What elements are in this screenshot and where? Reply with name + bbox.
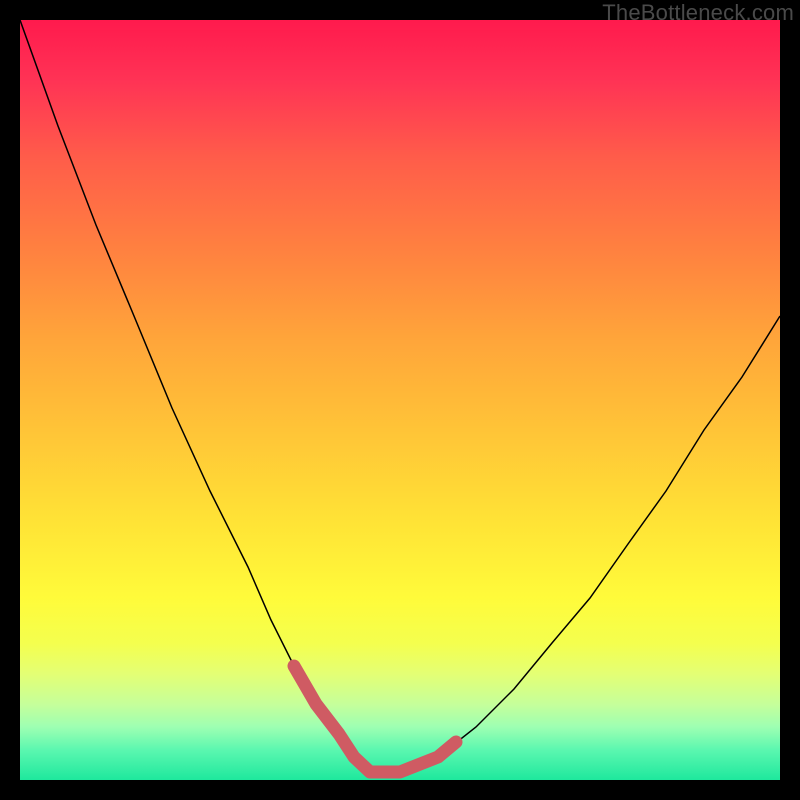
watermark-text: TheBottleneck.com: [602, 0, 794, 26]
optimal-zone-highlight: [294, 666, 456, 772]
curve-line: [20, 20, 780, 772]
plot-area: [20, 20, 780, 780]
bottleneck-curve: [20, 20, 780, 780]
chart-frame: TheBottleneck.com: [0, 0, 800, 800]
